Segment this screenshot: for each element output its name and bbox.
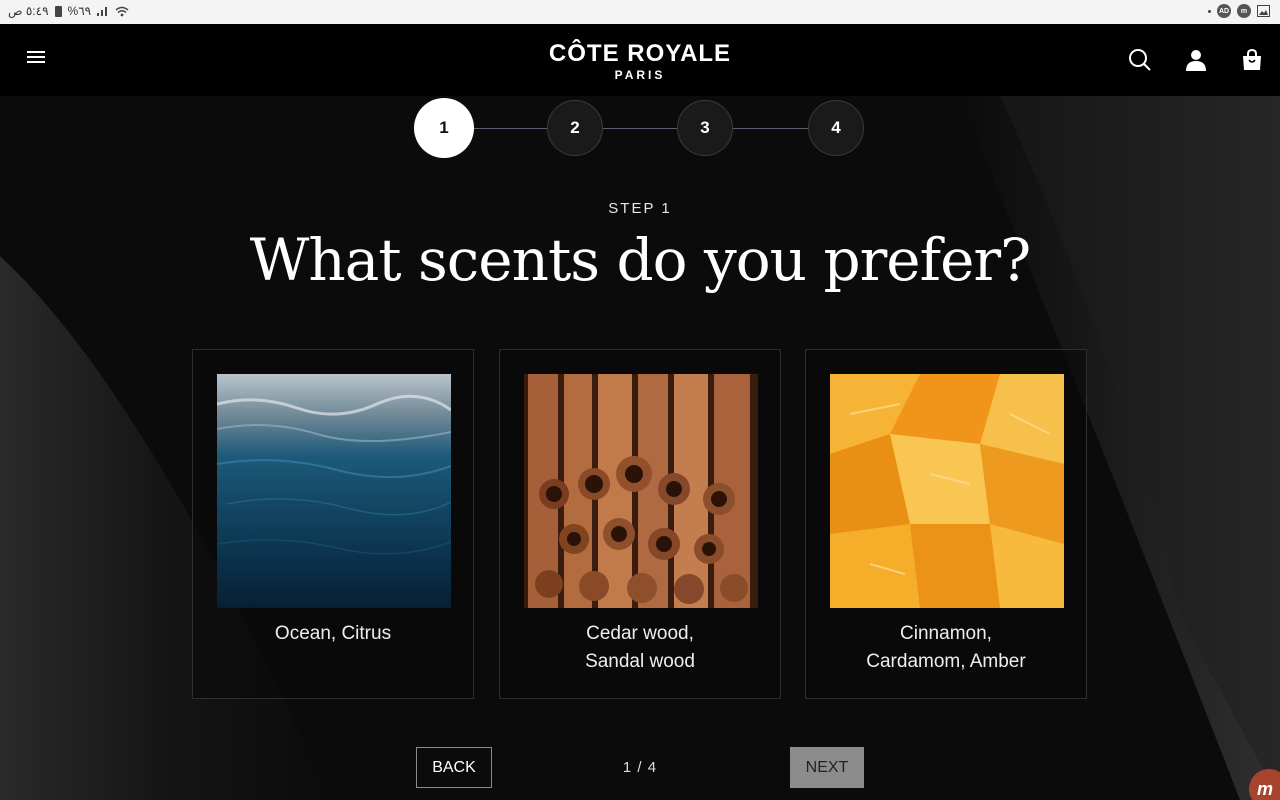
scent-option-ocean[interactable]: Ocean, Citrus bbox=[192, 349, 474, 699]
option-label: Cedar wood, Sandal wood bbox=[500, 620, 780, 676]
site-header: CÔTE ROYALE PARIS bbox=[0, 24, 1280, 96]
option-label: Ocean, Citrus bbox=[193, 620, 473, 648]
step-connector bbox=[602, 128, 678, 129]
status-bar: ٥:٤٩ ص %٦٩ AD m bbox=[0, 0, 1280, 24]
scent-option-cedar[interactable]: Cedar wood, Sandal wood bbox=[499, 349, 781, 699]
wifi-icon bbox=[115, 6, 129, 16]
step-4[interactable]: 4 bbox=[808, 100, 864, 156]
search-icon[interactable] bbox=[1127, 47, 1153, 73]
step-label: STEP 1 bbox=[608, 200, 672, 217]
shopping-bag-icon[interactable] bbox=[1239, 47, 1265, 73]
scent-option-amber[interactable]: Cinnamon, Cardamom, Amber bbox=[805, 349, 1087, 699]
step-connector bbox=[474, 128, 548, 129]
status-right: AD m bbox=[1208, 4, 1270, 18]
page-indicator: 1 / 4 bbox=[622, 759, 658, 776]
brand-logo[interactable]: CÔTE ROYALE PARIS bbox=[0, 40, 1280, 82]
back-button[interactable]: BACK bbox=[416, 747, 492, 788]
step-3[interactable]: 3 bbox=[677, 100, 733, 156]
option-label-line: Ocean, Citrus bbox=[274, 623, 392, 644]
amber-image bbox=[830, 374, 1064, 608]
option-label-line: Cardamom, Amber bbox=[866, 651, 1026, 672]
status-left: ٥:٤٩ ص %٦٩ bbox=[8, 4, 129, 18]
step-connector bbox=[732, 128, 808, 129]
signal-icon bbox=[97, 7, 108, 16]
option-label-line: Cinnamon, bbox=[900, 623, 992, 644]
next-button[interactable]: NEXT bbox=[790, 747, 864, 788]
logo-main-text: CÔTE ROYALE bbox=[548, 40, 732, 67]
step-1[interactable]: 1 bbox=[414, 98, 474, 158]
step-2[interactable]: 2 bbox=[547, 100, 603, 156]
notification-dot-icon bbox=[1208, 9, 1211, 13]
ocean-image bbox=[217, 374, 451, 608]
battery-icon bbox=[54, 5, 62, 17]
status-time: ٥:٤٩ ص bbox=[8, 4, 49, 18]
stepper: 1 2 3 4 bbox=[0, 98, 1280, 160]
option-label: Cinnamon, Cardamom, Amber bbox=[806, 620, 1086, 676]
option-label-line: Cedar wood, bbox=[586, 623, 694, 644]
cinnamon-sticks-image bbox=[524, 374, 758, 608]
account-icon[interactable] bbox=[1183, 47, 1209, 73]
option-label-line: Sandal wood bbox=[585, 651, 695, 672]
image-icon bbox=[1257, 5, 1270, 17]
question-title: What scents do you prefer? bbox=[249, 226, 1031, 294]
logo-sub-text: PARIS bbox=[614, 68, 666, 82]
ad-icon: AD bbox=[1217, 4, 1231, 18]
status-battery: %٦٩ bbox=[67, 4, 92, 18]
app-m-icon: m bbox=[1237, 4, 1251, 18]
